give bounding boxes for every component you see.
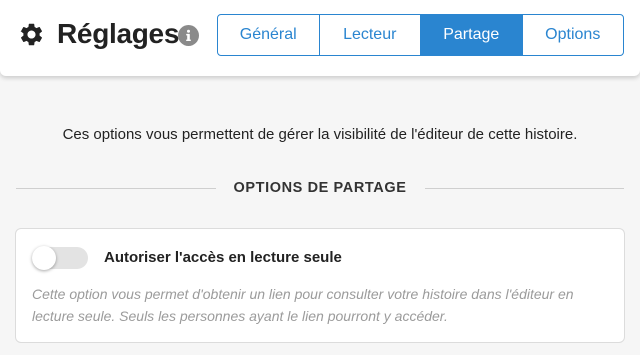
settings-header: Réglages Général Lecteur Partage Options [0,0,640,76]
readonly-toggle[interactable] [32,246,88,270]
section-title: OPTIONS DE PARTAGE [233,180,407,196]
toggle-knob [32,246,56,270]
info-icon[interactable] [178,25,199,46]
tab-general[interactable]: Général [218,15,319,55]
tab-options[interactable]: Options [521,15,624,55]
tab-partage[interactable]: Partage [420,15,522,55]
settings-tabs: Général Lecteur Partage Options [217,14,624,56]
readonly-option-card: Autoriser l'accès en lecture seule Cette… [15,228,625,343]
intro-text: Ces options vous permettent de gérer la … [62,126,578,143]
section-heading: OPTIONS DE PARTAGE [16,176,624,200]
divider-right [424,187,624,189]
title-group: Réglages [18,14,179,54]
gear-icon [18,21,45,48]
readonly-option-description: Cette option vous permet d'obtenir un li… [32,286,574,324]
divider-left [16,187,216,189]
page-title: Réglages [57,18,180,49]
readonly-toggle-label[interactable]: Autoriser l'accès en lecture seule [104,249,342,266]
tab-lecteur[interactable]: Lecteur [318,15,421,55]
